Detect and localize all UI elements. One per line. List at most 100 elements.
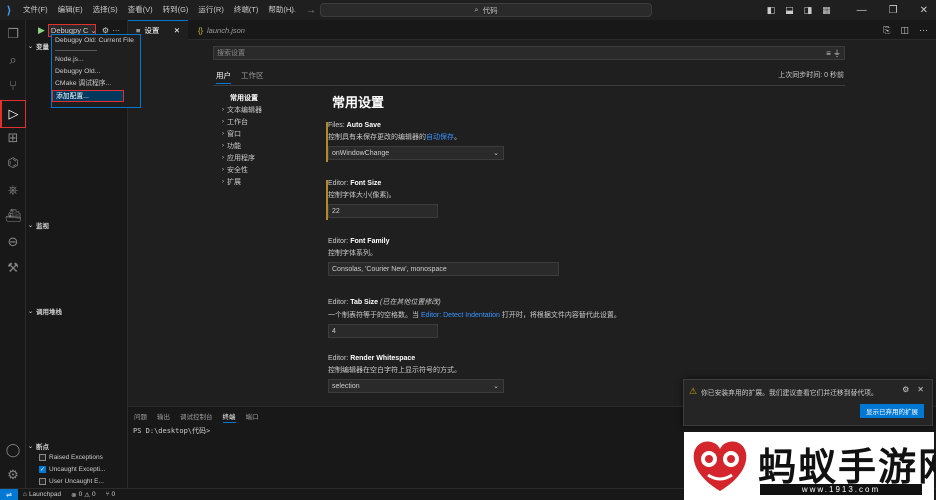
chevron-right-icon: › (222, 119, 224, 125)
auto-save-select[interactable]: onWindowChange ⌄ (328, 146, 504, 160)
toc-item[interactable]: › 扩展 (222, 176, 312, 188)
close-window-icon[interactable]: ✕ (920, 5, 928, 16)
dropdown-item[interactable]: Debugpy Old... (52, 66, 140, 78)
toggle-secondary-sidebar-icon[interactable]: ◨ (804, 5, 813, 16)
setting-description: 一个制表符等于的空格数。当 Editor: Detect Indentation… (328, 310, 848, 320)
settings-search-input[interactable]: 搜索设置 ≡ ⏚ (213, 46, 845, 60)
terminal-output[interactable]: PS D:\desktop\代码> (133, 426, 210, 436)
restore-icon[interactable]: ❐ (889, 5, 898, 16)
toc-item[interactable]: › 应用程序 (222, 152, 312, 164)
breakpoint-label: Raised Exceptions (49, 454, 103, 461)
start-debugging-icon[interactable]: ▶ (38, 25, 45, 36)
select-value: selection (332, 382, 360, 390)
breakpoint-item[interactable]: User Uncaught E... (39, 476, 104, 487)
tab-size-input[interactable]: 4 (328, 324, 438, 338)
tab-user[interactable]: 用户 (216, 70, 231, 84)
toc-item[interactable]: › 功能 (222, 140, 312, 152)
docker-icon[interactable]: ⛴ (0, 204, 26, 228)
back-arrow-icon[interactable]: ← (288, 5, 298, 16)
dropdown-item[interactable]: Node.js... (52, 54, 140, 66)
filter-icon[interactable]: ≡ ⏚ (826, 48, 841, 59)
setting-description: 控制字体系列。 (328, 250, 377, 257)
testing-icon[interactable]: ⌬ (0, 151, 26, 175)
checkbox[interactable] (39, 454, 46, 461)
toc-item[interactable]: 常用设置 (222, 92, 312, 104)
setting-name: Render Whitespace (350, 355, 416, 362)
minimize-icon[interactable]: — (857, 5, 867, 16)
account-icon[interactable]: ◯ (0, 438, 26, 462)
tab-output[interactable]: 输出 (157, 411, 170, 423)
explorer-icon[interactable]: ❐ (0, 22, 26, 46)
toc-label: 功能 (227, 143, 241, 150)
section-breakpoints[interactable]: ⌄ 断点 (26, 440, 128, 452)
setting-title: Files: Auto Save (328, 122, 848, 129)
section-watch[interactable]: ⌄ 监视 (26, 219, 128, 231)
select-value: onWindowChange (332, 149, 390, 157)
warning-icon: ⚠ (689, 386, 698, 396)
setting-font-size: Editor: Font Size 控制字体大小(像素)。 22 (326, 180, 848, 220)
run-debug-icon[interactable]: ▷ (0, 100, 26, 128)
forward-arrow-icon[interactable]: → (306, 5, 316, 16)
manage-gear-icon[interactable]: ⚙ (0, 463, 26, 487)
open-json-icon[interactable]: ⎘ (883, 25, 890, 36)
add-configuration-item[interactable]: 添加配置... (52, 90, 124, 102)
setting-title: Editor: Font Family (328, 238, 848, 245)
toc-item[interactable]: › 安全性 (222, 164, 312, 176)
tab-debug-console[interactable]: 调试控制台 (180, 411, 213, 423)
menu-terminal[interactable]: 终端(T) (229, 0, 264, 20)
source-control-icon[interactable]: ⑂ (0, 73, 26, 97)
status-problems[interactable]: ⊗ 0 ⚠ 0 (66, 491, 101, 499)
command-center[interactable]: ⌕ 代码 (320, 3, 652, 17)
gear-icon[interactable]: ⚙ (902, 385, 909, 394)
font-family-input[interactable]: Consolas, 'Courier New', monospace (328, 262, 559, 276)
toc-item[interactable]: › 工作台 (222, 116, 312, 128)
toc-item[interactable]: › 文本编辑器 (222, 104, 312, 116)
menu-view[interactable]: 查看(V) (123, 0, 158, 20)
tab-workspace[interactable]: 工作区 (241, 70, 264, 84)
section-callstack[interactable]: ⌄ 调用堆栈 (26, 305, 128, 317)
status-ports[interactable]: ⑂ 0 (101, 491, 121, 498)
breakpoint-item[interactable]: Raised Exceptions (39, 452, 103, 463)
search-view-icon[interactable]: ⌕ (0, 48, 26, 72)
toc-item[interactable]: › 窗口 (222, 128, 312, 140)
detect-indentation-link[interactable]: Editor: Detect Indentation (421, 312, 500, 319)
remote-explorer-icon[interactable]: ⎈ (0, 178, 26, 202)
close-icon[interactable]: ✕ (917, 385, 924, 394)
chevron-right-icon: › (222, 143, 224, 149)
customize-layout-icon[interactable]: ▦ (822, 5, 831, 16)
tab-launch-json[interactable]: {} launch.json (190, 20, 253, 40)
section-breakpoints-label: 断点 (36, 444, 50, 451)
tab-terminal[interactable]: 终端 (222, 411, 236, 423)
breakpoint-item[interactable]: ✓ Uncaught Excepti... (39, 464, 105, 475)
menu-selection[interactable]: 选择(S) (88, 0, 123, 20)
render-whitespace-select[interactable]: selection ⌄ (328, 379, 504, 393)
font-size-input[interactable]: 22 (328, 204, 438, 218)
toc-label: 常用设置 (230, 95, 258, 102)
tab-settings-label: 设置 (144, 26, 160, 35)
dropdown-item[interactable]: Debugpy Old: Current File (52, 35, 140, 47)
menu-go[interactable]: 转到(G) (158, 0, 194, 20)
cmake-icon[interactable]: ⚒ (0, 256, 26, 280)
desc-text: 控制具有未保存更改的编辑器的 (328, 134, 426, 141)
toggle-panel-icon[interactable]: ⬓ (785, 5, 794, 16)
menu-file[interactable]: 文件(F) (18, 0, 53, 20)
split-editor-icon[interactable]: ◫ (900, 25, 909, 36)
checkbox-checked[interactable]: ✓ (39, 466, 46, 473)
extensions-icon[interactable]: ⊞ (0, 126, 26, 150)
toggle-sidebar-icon[interactable]: ◧ (767, 5, 776, 16)
auto-save-link[interactable]: 自动保存 (426, 134, 454, 141)
tab-ports[interactable]: 端口 (246, 411, 259, 423)
more-actions-icon[interactable]: ··· (919, 25, 928, 35)
modified-elsewhere-note[interactable]: (已在其他位置修改) (380, 299, 441, 306)
show-deprecated-extensions-button[interactable]: 显示已弃用的扩展 (860, 404, 924, 418)
dropdown-item[interactable]: CMake 调试程序... (52, 78, 140, 90)
menu-edit[interactable]: 编辑(E) (53, 0, 88, 20)
remote-indicator-icon[interactable]: ⇌ (0, 488, 18, 500)
ellipsis-circle-icon[interactable]: ⊖ (0, 230, 26, 254)
close-tab-icon[interactable]: ✕ (174, 26, 180, 35)
search-icon: ⌕ (474, 5, 479, 14)
status-launchpad[interactable]: ⌂ Launchpad (18, 491, 66, 498)
menu-run[interactable]: 运行(R) (193, 0, 228, 20)
tab-problems[interactable]: 问题 (134, 411, 147, 423)
checkbox[interactable] (39, 478, 46, 485)
